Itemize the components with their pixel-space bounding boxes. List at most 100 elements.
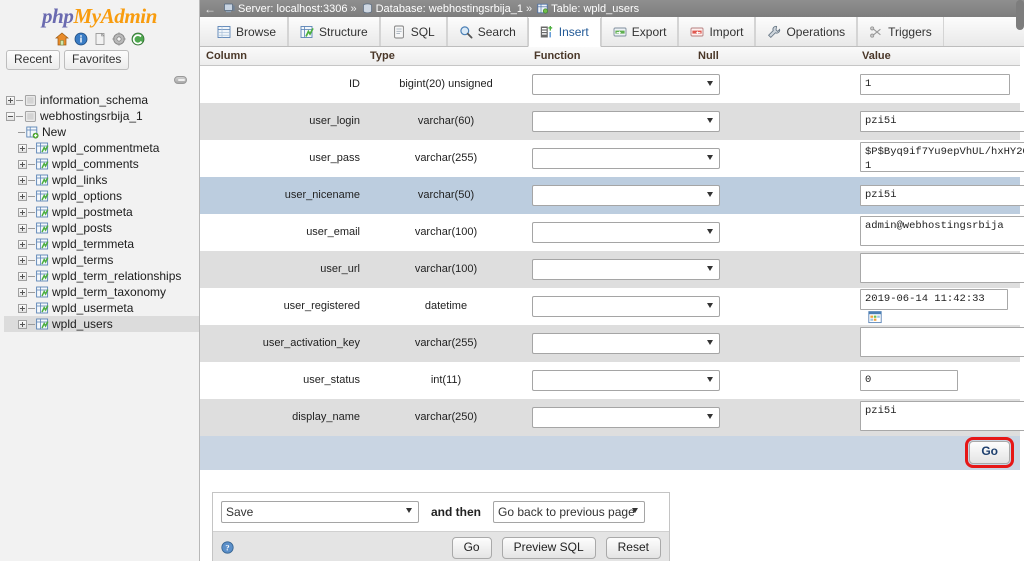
value-input-ID[interactable]: [860, 73, 1010, 95]
tree-item-wpld-users[interactable]: wpld_users: [4, 316, 199, 333]
tree-item-wpld-termmeta[interactable]: wpld_termmeta: [4, 236, 199, 252]
tree-item-wpld-postmeta[interactable]: wpld_postmeta: [4, 204, 199, 220]
tab-search[interactable]: Search: [446, 17, 528, 46]
tab-import[interactable]: Import: [678, 17, 756, 46]
breadcrumb-database[interactable]: Database: webhostingsrbija_1: [376, 3, 523, 15]
expand-icon[interactable]: [18, 143, 27, 153]
after-action-select[interactable]: Go back to previous page: [493, 500, 645, 523]
info-icon[interactable]: [74, 32, 88, 46]
value-input-user-nicename[interactable]: [860, 184, 1024, 206]
tab-insert[interactable]: Insert: [527, 18, 601, 47]
function-select[interactable]: [532, 73, 720, 95]
insert-table-body: IDbigint(20) unsigneduser_loginvarchar(6…: [200, 65, 1024, 470]
expand-icon[interactable]: [18, 207, 27, 217]
tree-item-wpld-commentmeta[interactable]: wpld_commentmeta: [4, 140, 199, 156]
insert-row-ID: ID bigint(20) unsigned: [200, 65, 1020, 103]
tab-sql[interactable]: SQL: [379, 17, 447, 46]
tab-structure[interactable]: Structure: [288, 17, 380, 46]
tab-triggers[interactable]: Triggers: [857, 17, 944, 46]
value-input-user-pass[interactable]: [860, 141, 1024, 172]
value-input-user-url[interactable]: [860, 252, 1024, 283]
expand-icon[interactable]: [18, 287, 27, 297]
export-icon: [613, 25, 627, 39]
function-select[interactable]: [532, 295, 720, 317]
save-select-wrapper: Save: [221, 500, 419, 523]
insert-go-row: Go: [200, 435, 1020, 470]
preview-sql-button[interactable]: Preview SQL: [501, 536, 596, 559]
function-select[interactable]: [532, 406, 720, 428]
tree-item-wpld-terms[interactable]: wpld_terms: [4, 252, 199, 268]
column-type: varchar(50): [364, 176, 528, 214]
insert-go-button[interactable]: Go: [965, 437, 1014, 468]
bottom-go-button[interactable]: Go: [451, 536, 492, 559]
expand-icon[interactable]: [18, 239, 27, 249]
expand-icon[interactable]: [18, 319, 27, 329]
phpmyadmin-logo[interactable]: phpMyAdmin: [0, 0, 199, 29]
logout-icon[interactable]: [131, 32, 145, 46]
value-input-user-registered[interactable]: [860, 288, 1008, 310]
tab-operations[interactable]: Operations: [755, 17, 858, 46]
tree-item-information-schema[interactable]: information_schema: [4, 92, 199, 108]
value-input-user-email[interactable]: [860, 215, 1024, 246]
function-select[interactable]: [532, 369, 720, 391]
tree-item-wpld-posts[interactable]: wpld_posts: [4, 220, 199, 236]
header-function: Function: [528, 47, 692, 66]
tree-item-wpld-term-taxonomy[interactable]: wpld_term_taxonomy: [4, 284, 199, 300]
favorites-button[interactable]: Favorites: [64, 50, 130, 71]
expand-icon[interactable]: [18, 159, 27, 169]
expand-icon[interactable]: [18, 175, 27, 185]
function-select[interactable]: [532, 147, 720, 169]
expand-icon[interactable]: [18, 271, 27, 281]
tree-connector: [28, 275, 35, 277]
home-icon[interactable]: [54, 32, 69, 46]
save-select[interactable]: Save: [221, 500, 419, 523]
search-icon: [459, 25, 473, 39]
tree-item-New[interactable]: New: [4, 124, 199, 140]
tab-label: Import: [709, 24, 744, 39]
function-select[interactable]: [532, 221, 720, 243]
value-input-user-login[interactable]: [860, 110, 1024, 132]
tree-item-wpld-comments[interactable]: wpld_comments: [4, 156, 199, 172]
function-select[interactable]: [532, 332, 720, 354]
calendar-icon[interactable]: [868, 310, 882, 324]
sql-icon: [392, 25, 406, 39]
reset-button[interactable]: Reset: [605, 536, 661, 559]
collapse-icon[interactable]: [6, 111, 15, 121]
value-input-display-name[interactable]: [860, 400, 1024, 431]
back-arrow-icon[interactable]: ←: [204, 2, 216, 16]
expand-icon[interactable]: [18, 223, 27, 233]
function-select-wrapper: [532, 369, 720, 391]
breadcrumb-server[interactable]: Server: localhost:3306: [238, 3, 347, 15]
function-select[interactable]: [532, 110, 720, 132]
tab-export[interactable]: Export: [600, 17, 679, 46]
breadcrumb: ← Server: localhost:3306 » Database: web…: [200, 0, 1024, 17]
collapse-handle-icon[interactable]: [174, 76, 187, 85]
recent-button[interactable]: Recent: [6, 50, 61, 71]
breadcrumb-table[interactable]: Table: wpld_users: [551, 3, 639, 15]
tree-item-wpld-term-relationships[interactable]: wpld_term_relationships: [4, 268, 199, 284]
tree-connector: [28, 243, 35, 245]
tree-item-wpld-usermeta[interactable]: wpld_usermeta: [4, 300, 199, 316]
docs-icon[interactable]: [93, 32, 107, 46]
expand-icon[interactable]: [18, 303, 27, 313]
scrollbar-thumb[interactable]: [1016, 0, 1024, 30]
help-icon[interactable]: ?: [221, 541, 234, 554]
function-select[interactable]: [532, 258, 720, 280]
expand-icon[interactable]: [18, 191, 27, 201]
expand-icon[interactable]: [18, 255, 27, 265]
page-scrollbar[interactable]: [1016, 0, 1024, 561]
tab-browse[interactable]: Browse: [206, 17, 289, 46]
settings-icon[interactable]: [111, 32, 126, 46]
tree-connector: [18, 131, 25, 133]
expand-icon[interactable]: [6, 95, 15, 105]
column-name: ID: [200, 65, 364, 103]
phpmyadmin-window: phpMyAdmin Recent Favorites information_…: [0, 0, 1024, 561]
tree-item-wpld-options[interactable]: wpld_options: [4, 188, 199, 204]
function-select[interactable]: [532, 184, 720, 206]
function-select-wrapper: [532, 73, 720, 95]
value-input-user-status[interactable]: [860, 369, 958, 391]
column-type: varchar(100): [364, 250, 528, 288]
tree-item-wpld-links[interactable]: wpld_links: [4, 172, 199, 188]
tree-item-webhostingsrbija-1[interactable]: webhostingsrbija_1: [4, 108, 199, 124]
value-input-user-activation-key[interactable]: [860, 326, 1024, 357]
